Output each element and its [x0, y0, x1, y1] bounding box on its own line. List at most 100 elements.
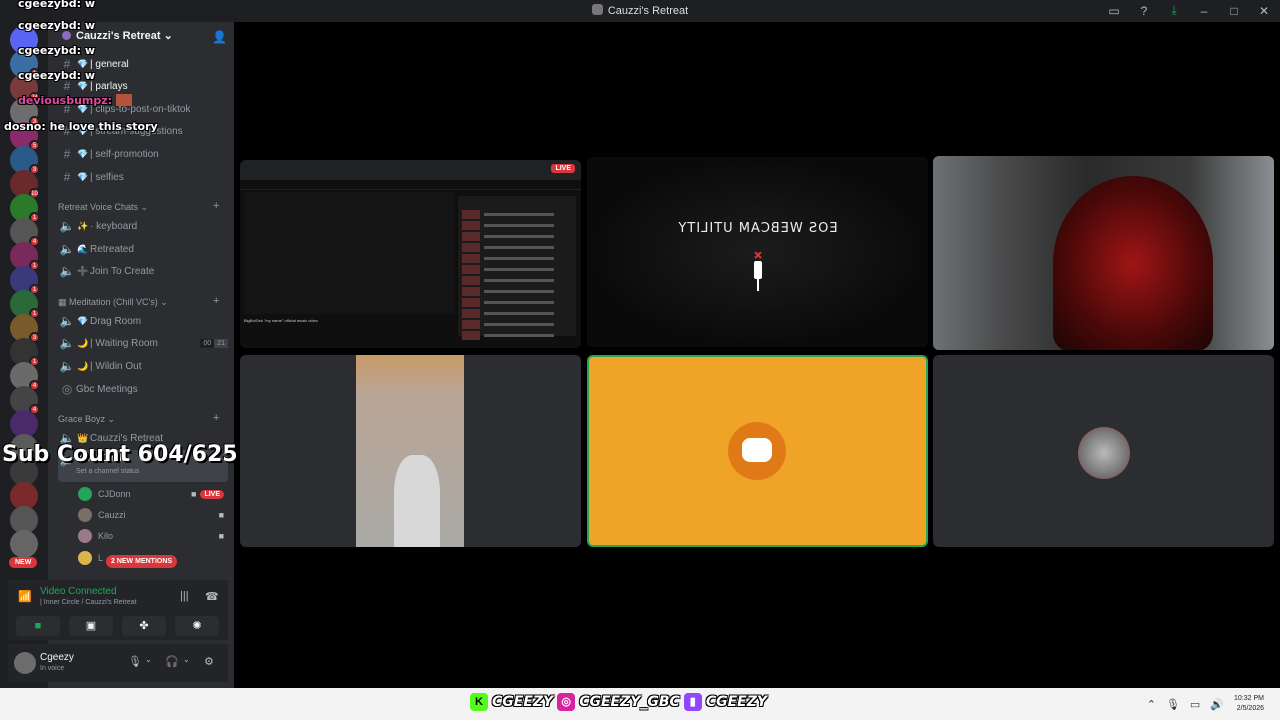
voice-channel-keyboard[interactable]: 🔈 ✨ · keyboard — [58, 216, 228, 236]
video-tile-avatar-speaking[interactable] — [587, 355, 928, 547]
kick-icon: K — [470, 693, 488, 711]
add-channel-icon[interactable]: + — [213, 200, 219, 212]
person-silhouette — [394, 455, 440, 547]
voice-channel-drag-room[interactable]: 🔈 💎 Drag Room — [58, 311, 228, 331]
title-bar-icons: ▭ ? ⤓ – □ ✕ — [1106, 3, 1272, 18]
playlist-item — [462, 210, 572, 219]
new-pill[interactable]: NEW — [9, 557, 38, 568]
inbox-icon[interactable]: ▭ — [1106, 4, 1122, 18]
chevron-down-icon[interactable]: ⌄ — [145, 655, 152, 664]
camera-icon: ■ — [218, 531, 224, 541]
usb-icon — [754, 252, 762, 291]
channel-self-promotion[interactable]: # 💎 | self-promotion — [58, 144, 228, 164]
thumbnail — [462, 254, 480, 263]
server-icon — [62, 31, 71, 40]
noise-suppression-icon[interactable]: ||| — [180, 590, 189, 602]
disconnect-icon[interactable]: ☎ — [205, 590, 219, 603]
shared-screen: BigBoiGek "my name" official music video — [240, 160, 581, 348]
download-icon[interactable]: ⤓ — [1166, 3, 1182, 18]
voice-connection-panel: 📶 Video Connected | Inner Circle / Cauzz… — [8, 580, 228, 640]
screenshare-button[interactable]: ▣ — [69, 616, 113, 636]
kick-handle: CGEEZY — [492, 694, 554, 710]
category-retreat-voice[interactable]: Retreat Voice Chats ⌄ — [58, 202, 148, 213]
category-grace-boyz[interactable]: Grace Boyz ⌄ — [58, 414, 115, 425]
help-icon[interactable]: ? — [1136, 4, 1152, 18]
social-handles-overlay: K CGEEZY ◎ CGEEZY_GBC ▮ CGEEZY — [470, 693, 767, 711]
thumbnail — [462, 298, 480, 307]
user-avatar — [1078, 427, 1130, 479]
settings-gear-icon[interactable]: ⚙ — [204, 655, 214, 668]
display-icon[interactable]: ▭ — [1190, 698, 1200, 711]
live-badge: LIVE — [551, 164, 575, 173]
chevron-down-icon[interactable]: ⌄ — [183, 655, 190, 664]
soundboard-button[interactable]: ✺ — [175, 616, 219, 636]
server-icon[interactable] — [10, 530, 38, 558]
add-channel-icon[interactable]: + — [213, 295, 219, 307]
microphone-icon[interactable]: 🎙 — [1166, 698, 1180, 711]
video-tile-avatar[interactable] — [933, 355, 1274, 547]
sub-count-overlay: Sub Count 604/625 — [2, 442, 238, 467]
camera-button[interactable]: ■ — [16, 616, 60, 636]
maximize-icon[interactable]: □ — [1226, 4, 1242, 18]
twitch-handle: CGEEZY — [705, 694, 767, 710]
playlist-item — [462, 221, 572, 230]
voice-user-kilo[interactable]: Kilo ■ — [78, 526, 224, 546]
add-channel-icon[interactable]: + — [213, 412, 219, 424]
playlist-item — [462, 320, 572, 329]
chat-message: dosno: he love this story — [4, 120, 158, 133]
minimize-icon[interactable]: – — [1196, 4, 1212, 18]
voice-location[interactable]: | Inner Circle / Cauzzi's Retreat — [40, 599, 137, 606]
portrait-video — [356, 355, 464, 547]
avatar — [78, 529, 92, 543]
category-meditation[interactable]: ▦ Meditation (Chill VC's) ⌄ — [58, 297, 168, 308]
avatar — [78, 487, 92, 501]
clock[interactable]: 10:32 PM 2/5/2026 — [1234, 694, 1264, 714]
video-stage: BigBoiGek "my name" official music video… — [234, 22, 1280, 688]
voice-channel-retreated[interactable]: 🔈 🌊 Retreated — [58, 239, 228, 259]
voice-user-cauzzi[interactable]: Cauzzi ■ — [78, 505, 224, 525]
close-icon[interactable]: ✕ — [1256, 4, 1272, 18]
title-line — [484, 246, 554, 249]
camera-icon: ■ — [191, 489, 197, 499]
chat-message: deviousbumpz: — [18, 94, 132, 107]
person-silhouette — [1053, 176, 1213, 350]
title-line — [484, 268, 554, 271]
system-tray: ⌃ 🎙 ▭ 🔊 10:32 PM 2/5/2026 — [1147, 694, 1264, 714]
activities-button[interactable]: ✤ — [122, 616, 166, 636]
voice-channel-join-to-create[interactable]: 🔈 ➕ Join To Create — [58, 261, 228, 281]
window-title: Cauzzi's Retreat — [0, 4, 1280, 17]
playlist-item — [462, 287, 572, 296]
new-mentions-pill[interactable]: 2 NEW MENTIONS — [106, 555, 178, 568]
thumbnail — [462, 320, 480, 329]
stage-channel-gbc-meetings[interactable]: ◎ Gbc Meetings — [58, 379, 228, 399]
chat-message: cgeezybd: w — [18, 69, 96, 82]
headphones-icon[interactable]: 🎧 — [165, 655, 179, 668]
chevron-up-icon[interactable]: ⌃ — [1147, 698, 1156, 711]
microphone-icon[interactable]: 🎙 — [128, 655, 142, 668]
browser-toolbar — [240, 180, 581, 190]
channel-selfies[interactable]: # 💎 | selfies — [58, 167, 228, 187]
invite-people-icon[interactable]: 👤 — [212, 30, 227, 44]
signal-icon[interactable]: 📶 — [18, 590, 32, 603]
voice-user-cjdonn[interactable]: CJDonn ■ LIVE — [78, 484, 224, 504]
title-line — [484, 257, 554, 260]
thumbnail — [462, 331, 480, 340]
instagram-handle: CGEEZY_GBC — [579, 694, 680, 710]
video-tile-screenshare[interactable]: BigBoiGek "my name" official music video… — [240, 160, 581, 348]
avatar[interactable] — [14, 652, 36, 674]
thumbnail — [462, 265, 480, 274]
voice-status[interactable]: Video Connected — [40, 586, 117, 597]
user-status: In voice — [40, 665, 65, 672]
speaker-icon: 🔈 — [59, 264, 75, 278]
video-tile-portrait[interactable] — [240, 355, 581, 547]
username[interactable]: Cgeezy — [40, 652, 74, 663]
video-tile-eos[interactable]: EOS WEBCAM UTILITY — [587, 157, 928, 347]
thumbnail — [462, 287, 480, 296]
voice-channel-wildin-out[interactable]: 🔈 🌙 | Wildin Out — [58, 356, 228, 376]
video-tile-webcam-user[interactable] — [933, 156, 1274, 350]
user-avatar — [728, 422, 786, 480]
playlist-item — [462, 265, 572, 274]
volume-icon[interactable]: 🔊 — [1210, 698, 1224, 711]
title-line — [484, 290, 554, 293]
voice-channel-waiting-room[interactable]: 🔈 🌙 | Waiting Room 00 21 — [58, 333, 228, 353]
